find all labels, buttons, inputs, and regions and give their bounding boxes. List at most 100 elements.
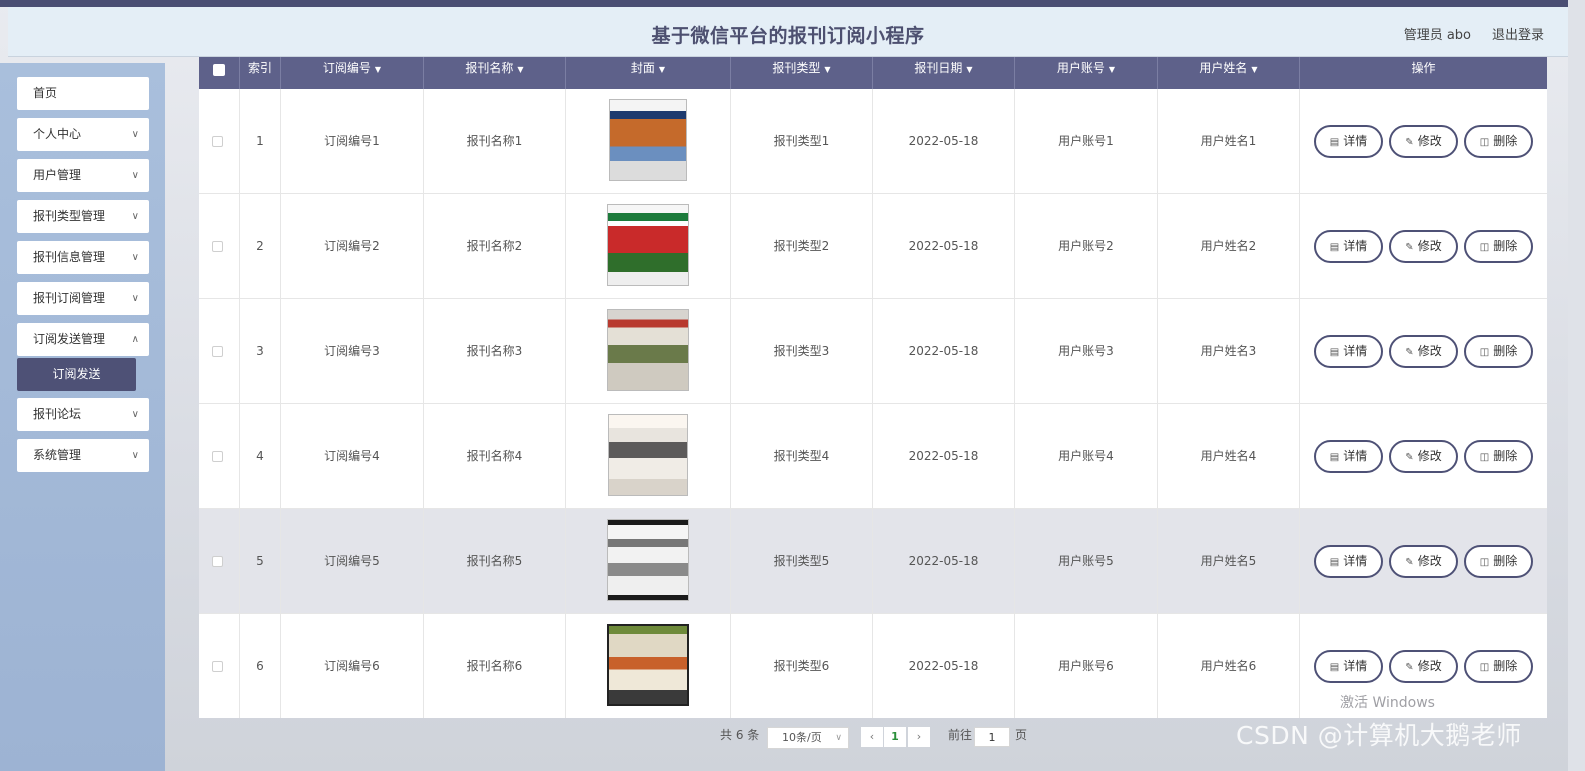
pencil-icon: ✎: [1405, 662, 1414, 673]
cell-cover: [566, 89, 731, 194]
pencil-icon: ✎: [1405, 557, 1414, 568]
document-icon: ▤: [1329, 347, 1340, 358]
delete-button[interactable]: ◫ 删除: [1464, 545, 1533, 578]
button-label: 删除: [1493, 239, 1518, 253]
sort-icon[interactable]: ▼: [1109, 65, 1115, 74]
next-page-button[interactable]: ›: [908, 727, 930, 747]
header-select-all: [199, 57, 240, 89]
cell-type: 报刊类型3: [731, 299, 873, 404]
button-label: 详情: [1343, 239, 1368, 253]
detail-button[interactable]: ▤ 详情: [1314, 335, 1383, 368]
cell-index: 4: [240, 404, 281, 509]
current-page-number[interactable]: 1: [884, 727, 906, 747]
goto-page-input[interactable]: [974, 727, 1010, 747]
row-checkbox[interactable]: [212, 241, 223, 252]
delete-button[interactable]: ◫ 删除: [1464, 230, 1533, 263]
cell-date: 2022-05-18: [873, 614, 1015, 718]
detail-button[interactable]: ▤ 详情: [1314, 440, 1383, 473]
cover-image[interactable]: [607, 519, 689, 601]
sort-icon[interactable]: ▼: [824, 65, 830, 74]
sort-icon[interactable]: ▼: [966, 65, 972, 74]
cell-name: 报刊名称2: [424, 194, 566, 299]
cell-index: 2: [240, 194, 281, 299]
cover-image[interactable]: [607, 624, 689, 706]
delete-button[interactable]: ◫ 删除: [1464, 335, 1533, 368]
column-header-label: 订阅编号: [322, 61, 371, 75]
column-header-index: 索引: [240, 57, 281, 89]
edit-button[interactable]: ✎ 修改: [1389, 335, 1458, 368]
sidebar-item-profile[interactable]: 个人中心 ∨: [17, 118, 149, 151]
chevron-down-icon: ∨: [131, 170, 139, 181]
select-all-checkbox[interactable]: [213, 64, 225, 76]
edit-button[interactable]: ✎ 修改: [1389, 440, 1458, 473]
top-strip: [0, 0, 1585, 7]
sidebar-item-newspaper-types[interactable]: 报刊类型管理 ∨: [17, 200, 149, 233]
row-checkbox[interactable]: [212, 136, 223, 147]
row-checkbox[interactable]: [212, 346, 223, 357]
column-header-name[interactable]: 报刊名称 ▼: [424, 57, 566, 89]
column-header-type[interactable]: 报刊类型 ▼: [731, 57, 873, 89]
delete-button[interactable]: ◫ 删除: [1464, 440, 1533, 473]
detail-button[interactable]: ▤ 详情: [1314, 545, 1383, 578]
sidebar-item-subscriptions[interactable]: 报刊订阅管理 ∨: [17, 282, 149, 315]
trash-icon: ◫: [1479, 137, 1490, 148]
delete-button[interactable]: ◫ 删除: [1464, 125, 1533, 158]
column-header-label: 用户姓名: [1199, 61, 1248, 75]
sidebar-item-label: 用户管理: [33, 168, 82, 182]
sort-icon[interactable]: ▼: [1251, 65, 1257, 74]
cell-name: 报刊名称3: [424, 299, 566, 404]
row-checkbox[interactable]: [212, 451, 223, 462]
edit-button[interactable]: ✎ 修改: [1389, 650, 1458, 683]
sort-icon[interactable]: ▼: [659, 65, 665, 74]
sidebar-item-system[interactable]: 系统管理 ∨: [17, 439, 149, 472]
cell-actions: ▤ 详情 ✎ 修改 ◫ 删除: [1300, 299, 1547, 404]
prev-page-button[interactable]: ‹: [861, 727, 883, 747]
sidebar-item-newspaper-info[interactable]: 报刊信息管理 ∨: [17, 241, 149, 274]
sidebar-item-home[interactable]: 首页: [17, 77, 149, 110]
column-header-account[interactable]: 用户账号 ▼: [1015, 57, 1158, 89]
sort-icon[interactable]: ▼: [517, 65, 523, 74]
cell-name: 报刊名称5: [424, 509, 566, 614]
cover-image[interactable]: [608, 414, 688, 496]
cover-image[interactable]: [609, 99, 687, 181]
column-header-code[interactable]: 订阅编号 ▼: [281, 57, 424, 89]
column-header-cover[interactable]: 封面 ▼: [566, 57, 731, 89]
cell-cover: [566, 194, 731, 299]
trash-icon: ◫: [1479, 557, 1490, 568]
current-user: 管理员 abo: [1403, 28, 1471, 43]
sidebar-item-users[interactable]: 用户管理 ∨: [17, 159, 149, 192]
column-header-actions: 操作: [1300, 57, 1547, 89]
button-label: 删除: [1493, 659, 1518, 673]
sidebar-subitem-delivery-active[interactable]: 订阅发送: [17, 358, 136, 391]
edit-button[interactable]: ✎ 修改: [1389, 230, 1458, 263]
cell-account: 用户账号6: [1015, 614, 1158, 718]
page-size-select[interactable]: 10条/页 ∨: [767, 727, 849, 749]
column-header-username[interactable]: 用户姓名 ▼: [1158, 57, 1300, 89]
cover-image[interactable]: [607, 204, 689, 286]
sidebar-item-label: 个人中心: [33, 127, 82, 141]
edit-button[interactable]: ✎ 修改: [1389, 545, 1458, 578]
cover-image[interactable]: [607, 309, 689, 391]
detail-button[interactable]: ▤ 详情: [1314, 230, 1383, 263]
cell-date: 2022-05-18: [873, 89, 1015, 194]
row-checkbox[interactable]: [212, 661, 223, 672]
delete-button[interactable]: ◫ 删除: [1464, 650, 1533, 683]
row-checkbox[interactable]: [212, 556, 223, 567]
column-header-label: 索引: [247, 61, 272, 75]
button-label: 详情: [1343, 344, 1368, 358]
table-row: 3 订阅编号3 报刊名称3 报刊类型3 2022-05-18 用户账号3 用户姓…: [199, 299, 1547, 404]
sidebar-item-forum[interactable]: 报刊论坛 ∨: [17, 398, 149, 431]
table-row: 4 订阅编号4 报刊名称4 报刊类型4 2022-05-18 用户账号4 用户姓…: [199, 404, 1547, 509]
edit-button[interactable]: ✎ 修改: [1389, 125, 1458, 158]
cell-date: 2022-05-18: [873, 299, 1015, 404]
column-header-date[interactable]: 报刊日期 ▼: [873, 57, 1015, 89]
cell-type: 报刊类型4: [731, 404, 873, 509]
logout-link[interactable]: 退出登录: [1492, 24, 1544, 43]
button-label: 详情: [1343, 659, 1368, 673]
sidebar-item-delivery[interactable]: 订阅发送管理 ∧: [17, 323, 149, 356]
watermark-text: CSDN @计算机大鹅老师: [1236, 721, 1522, 750]
detail-button[interactable]: ▤ 详情: [1314, 125, 1383, 158]
cell-code: 订阅编号1: [281, 89, 424, 194]
detail-button[interactable]: ▤ 详情: [1314, 650, 1383, 683]
sort-icon[interactable]: ▼: [375, 65, 381, 74]
